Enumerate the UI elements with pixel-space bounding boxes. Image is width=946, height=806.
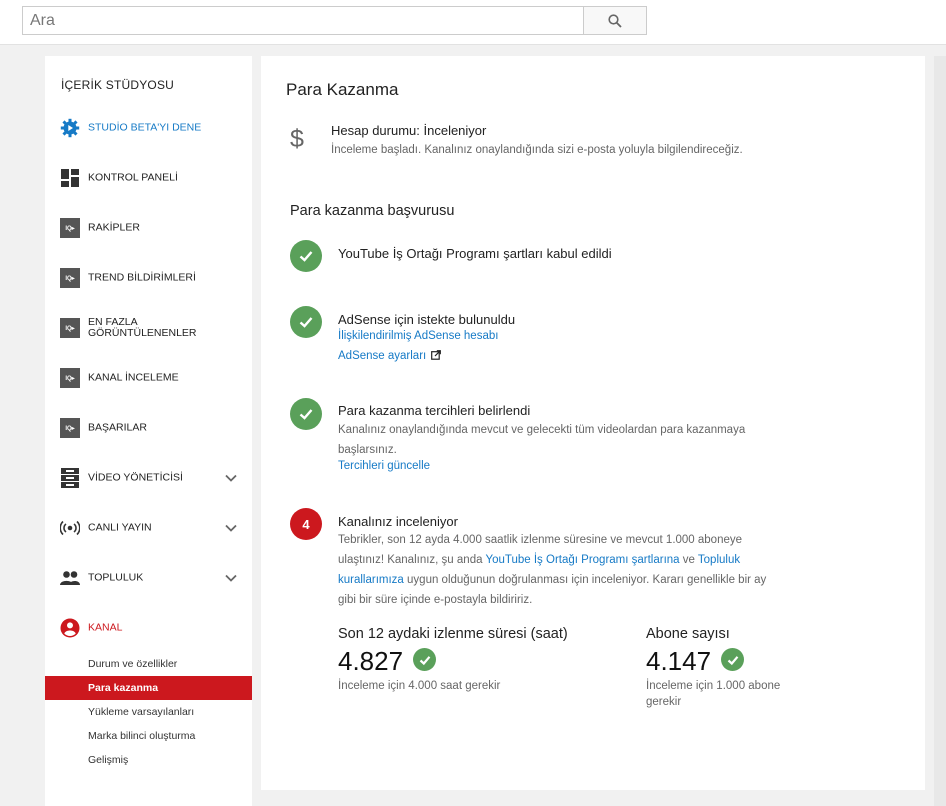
sidebar-item-label: VİDEO YÖNETİCİSİ [88,471,183,484]
account-status-description: İnceleme başladı. Kanalınız onaylandığın… [331,144,743,156]
update-preferences-link[interactable]: Tercihleri güncelle [338,460,430,472]
watch-time-label: Son 12 aydaki izlenme süresi (saat) [338,626,568,642]
account-status-title: Hesap durumu: İnceleniyor [331,123,487,138]
linked-adsense-link[interactable]: İlişkilendirilmiş AdSense hesabı [338,330,498,342]
sidebar-item-channel-review[interactable]: IQ▸ KANAL İNCELEME [45,353,252,403]
step-title: Kanalınız inceleniyor [338,514,458,529]
plugin-icon: IQ▸ [60,268,80,288]
sidebar-subitem-label: Durum ve özellikler [88,658,178,670]
search-icon [608,13,622,28]
sidebar-item-label: TOPLULUK [88,571,144,584]
sidebar-subitem-status[interactable]: Durum ve özellikler [45,652,252,676]
watch-time-value: 4.827 [338,646,404,676]
sidebar-subitem-branding[interactable]: Marka bilinci oluşturma [45,724,252,748]
step-number-badge: 4 [290,508,322,540]
live-broadcast-icon [60,518,80,538]
sidebar-item-label-line2: GÖRÜNTÜLENENLER [88,327,197,339]
sidebar-item-label: TREND BİLDİRİMLERİ [88,271,196,284]
gear-icon [60,118,80,138]
sidebar-item-label: CANLI YAYIN [88,521,152,534]
search-button[interactable] [583,6,647,35]
plugin-icon: IQ▸ [60,418,80,438]
subscriber-count-value: 4.147 [646,646,712,676]
watch-time-note: İnceleme için 4.000 saat gerekir [338,680,501,692]
subscriber-count-label: Abone sayısı [646,626,730,642]
sidebar-title: İÇERİK STÜDYOSU [61,78,175,92]
check-icon [290,240,322,272]
sidebar-subitem-advanced[interactable]: Gelişmiş [45,748,252,772]
chevron-down-icon[interactable] [223,570,239,586]
plugin-icon: IQ▸ [60,368,80,388]
step-title: AdSense için istekte bulunuldu [338,312,516,327]
svg-text:$: $ [290,125,304,152]
check-icon [413,648,436,671]
sidebar-item-label: EN FAZLA GÖRÜNTÜLENENLER [88,317,197,339]
account-circle-icon [60,618,80,638]
sidebar-item-dashboard[interactable]: KONTROL PANELİ [45,153,252,203]
sidebar-item-live[interactable]: CANLI YAYIN [45,503,252,553]
dashboard-icon [60,168,80,188]
sidebar-item-competitors[interactable]: IQ▸ RAKİPLER [45,203,252,253]
dollar-icon: $ [290,125,304,152]
sidebar-item-label: KONTROL PANELİ [88,171,178,184]
sidebar-item-channel[interactable]: KANAL [45,603,252,653]
sidebar-subitem-label: Gelişmiş [88,754,129,766]
check-icon [721,648,744,671]
step-title: Para kazanma tercihleri belirlendi [338,403,531,418]
sidebar-item-achievements[interactable]: IQ▸ BAŞARILAR [45,403,252,453]
chevron-down-icon[interactable] [223,470,239,486]
right-panel-edge [934,56,946,806]
sidebar-item-label: KANAL İNCELEME [88,371,179,384]
sidebar-subitem-upload-defaults[interactable]: Yükleme varsayılanları [45,700,252,724]
section-title: Para kazanma başvurusu [290,203,455,219]
sidebar-item-label: BAŞARILAR [88,421,147,434]
top-bar [0,0,946,45]
search-input[interactable] [22,6,583,35]
sidebar: İÇERİK STÜDYOSU STUDİO BETA'YI DENE KONT… [45,56,252,806]
sidebar-item-studio-beta[interactable]: STUDİO BETA'YI DENE [45,103,252,153]
plugin-icon: IQ▸ [60,318,80,338]
step-description: Kanalınız onaylandığında mevcut ve gelec… [338,424,746,456]
sidebar-item-community[interactable]: TOPLULUK [45,553,252,603]
step-title: YouTube İş Ortağı Programı şartları kabu… [338,246,612,261]
sidebar-item-video-manager[interactable]: VİDEO YÖNETİCİSİ [45,453,252,503]
external-link-icon [431,350,442,360]
check-icon [290,398,322,430]
check-icon [290,306,322,338]
step-description-part: ve [679,554,698,566]
page-title: Para Kazanma [286,80,399,99]
plugin-icon: IQ▸ [60,218,80,238]
step-description: Tebrikler, son 12 ayda 4.000 saatlik izl… [338,530,778,610]
sidebar-subitem-label: Marka bilinci oluşturma [88,730,196,742]
partner-program-terms-link[interactable]: YouTube İş Ortağı Programı şartlarına [485,554,679,566]
sidebar-item-label: KANAL [88,621,123,634]
sidebar-subitem-label: Yükleme varsayılanları [88,706,195,718]
chevron-down-icon[interactable] [223,520,239,536]
sidebar-subitem-monetization[interactable]: Para kazanma [45,676,252,700]
subscriber-count-note: İnceleme için 1.000 abone gerekir [646,680,781,708]
people-icon [60,568,80,588]
sidebar-subitem-label: Para kazanma [88,682,159,694]
sidebar-item-trend-alerts[interactable]: IQ▸ TREND BİLDİRİMLERİ [45,253,252,303]
sidebar-item-label: RAKİPLER [88,221,140,234]
video-manager-icon [60,468,80,488]
sidebar-item-label: STUDİO BETA'YI DENE [88,121,202,134]
adsense-settings-label: AdSense ayarları [338,350,427,362]
sidebar-item-most-viewed[interactable]: IQ▸ EN FAZLA GÖRÜNTÜLENENLER [45,303,252,353]
adsense-settings-link[interactable]: AdSense ayarları [338,350,442,362]
main-panel: Para Kazanma $ Hesap durumu: İnceleniyor… [261,56,925,790]
